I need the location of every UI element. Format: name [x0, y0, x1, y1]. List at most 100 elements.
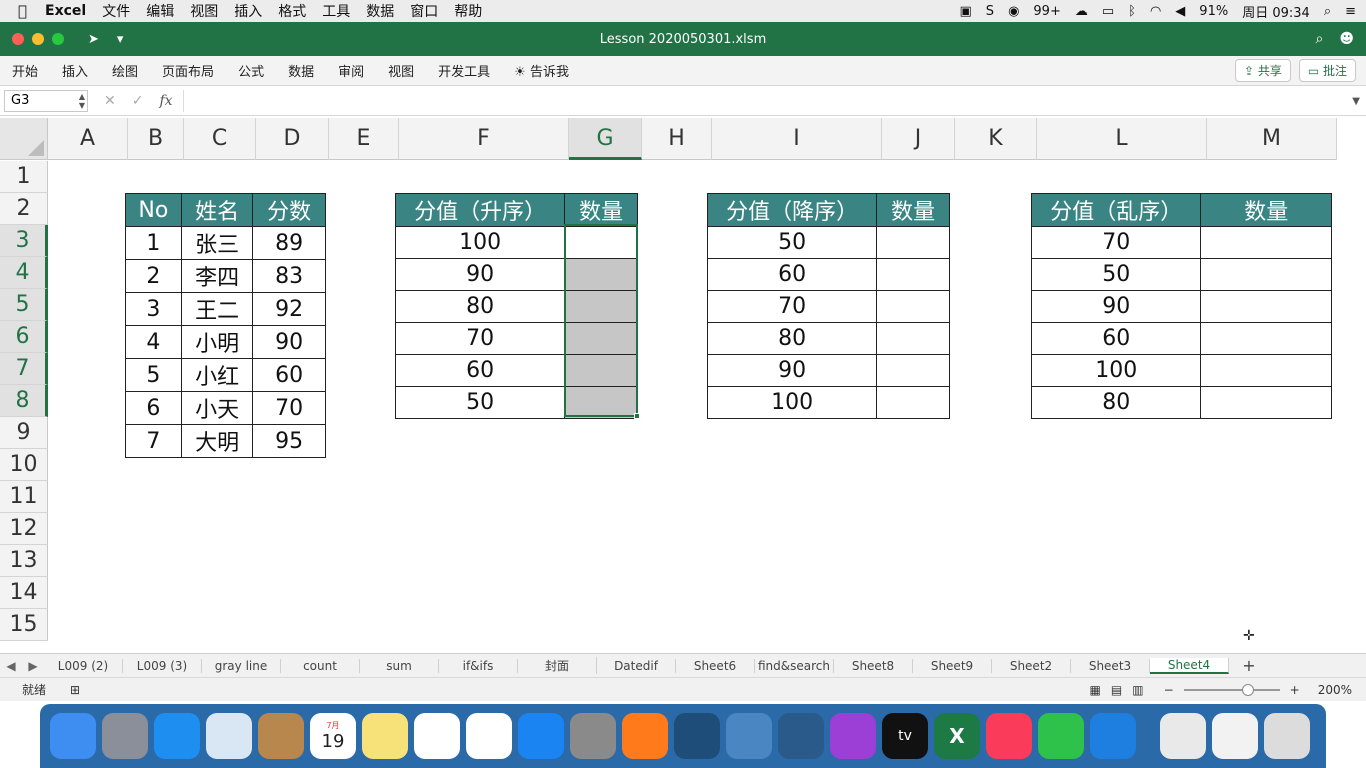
row-header-4[interactable]: 4: [0, 257, 48, 289]
wechat-status-icon[interactable]: ◉: [1008, 4, 1019, 19]
value-cell[interactable]: 100: [706, 386, 878, 419]
itunes-icon[interactable]: [986, 713, 1032, 759]
menu-window[interactable]: 窗口: [402, 1, 446, 21]
count-cell[interactable]: [1200, 226, 1332, 259]
cancel-icon[interactable]: ✕: [104, 93, 116, 109]
row-header-1[interactable]: 1: [0, 161, 48, 193]
count-cell[interactable]: [1200, 322, 1332, 355]
column-header-c[interactable]: C: [184, 118, 256, 160]
column-header-i[interactable]: I: [712, 118, 882, 160]
sheet-tab[interactable]: find&search: [755, 658, 834, 673]
tab-page-layout[interactable]: 页面布局: [150, 61, 226, 80]
row-header-3[interactable]: 3: [0, 225, 48, 257]
expand-formula-bar-icon[interactable]: ▼: [1352, 96, 1360, 107]
zoom-level[interactable]: 200%: [1318, 683, 1352, 697]
table-cell[interactable]: 小红: [180, 358, 254, 392]
normal-view-icon[interactable]: ▦: [1090, 683, 1101, 697]
tab-review[interactable]: 审阅: [326, 61, 376, 80]
column-header-j[interactable]: J: [882, 118, 955, 160]
apple-tv-icon[interactable]: tv: [882, 713, 928, 759]
sheet-tab[interactable]: if&ifs: [439, 658, 518, 673]
tab-home[interactable]: 开始: [0, 61, 50, 80]
sheet-tab[interactable]: count: [281, 658, 360, 673]
table-cell[interactable]: 95: [252, 424, 326, 458]
wechat-icon[interactable]: [1038, 713, 1084, 759]
app-store-icon[interactable]: [518, 713, 564, 759]
table-cell[interactable]: 60: [252, 358, 326, 392]
name-box[interactable]: G3 ▲ ▼: [4, 90, 88, 112]
insert-function-icon[interactable]: fx: [159, 93, 172, 109]
header-no[interactable]: No: [125, 193, 182, 227]
value-cell[interactable]: 60: [394, 354, 566, 387]
zoom-slider[interactable]: [1183, 683, 1280, 696]
row-header-10[interactable]: 10: [0, 449, 48, 481]
select-all-button[interactable]: [0, 118, 48, 160]
launchpad-icon[interactable]: [102, 713, 148, 759]
row-header-15[interactable]: 15: [0, 609, 48, 641]
sheet-tab[interactable]: 封面: [518, 657, 597, 674]
formula-input[interactable]: [182, 90, 1353, 112]
count-cell[interactable]: [564, 258, 638, 291]
column-header-m[interactable]: M: [1207, 118, 1337, 160]
mail-icon[interactable]: [206, 713, 252, 759]
count-cell[interactable]: [1200, 290, 1332, 323]
battery-status[interactable]: 91%: [1199, 4, 1228, 19]
table-cell[interactable]: 小天: [180, 391, 254, 425]
podcasts-icon[interactable]: [830, 713, 876, 759]
page-break-view-icon[interactable]: ▥: [1132, 683, 1143, 697]
count-cell[interactable]: [876, 258, 950, 291]
sogou-icon[interactable]: [1090, 713, 1136, 759]
sheet-tab[interactable]: gray line: [202, 658, 281, 673]
sheet-tab[interactable]: Sheet3: [1071, 658, 1150, 673]
table-cell[interactable]: 5: [125, 358, 182, 392]
table-cell[interactable]: 2: [125, 259, 182, 293]
row-header-6[interactable]: 6: [0, 321, 48, 353]
airplay-icon[interactable]: ▭: [1102, 4, 1114, 19]
page-layout-view-icon[interactable]: ▤: [1111, 683, 1122, 697]
menu-tools[interactable]: 工具: [314, 1, 358, 21]
header-random-value[interactable]: 分值（乱序）: [1030, 193, 1202, 227]
count-cell[interactable]: [564, 386, 638, 419]
zoom-out-icon[interactable]: −: [1164, 683, 1174, 697]
comments-button[interactable]: ▭ 批注: [1298, 59, 1356, 82]
table-cell[interactable]: 王二: [180, 292, 254, 326]
help-icon[interactable]: [726, 713, 772, 759]
header-score[interactable]: 分数: [252, 193, 326, 227]
menu-data[interactable]: 数据: [358, 1, 402, 21]
prev-sheet-icon[interactable]: ◀: [0, 659, 22, 673]
app-menu[interactable]: Excel: [37, 3, 94, 19]
apple-menu-icon[interactable]: : [0, 2, 37, 20]
row-header-7[interactable]: 7: [0, 353, 48, 385]
header-asc-count[interactable]: 数量: [564, 193, 638, 227]
menu-format[interactable]: 格式: [270, 1, 314, 21]
menu-insert[interactable]: 插入: [226, 1, 270, 21]
value-cell[interactable]: 80: [706, 322, 878, 355]
count-cell[interactable]: [564, 322, 638, 355]
table-cell[interactable]: 83: [252, 259, 326, 293]
tab-view[interactable]: 视图: [376, 61, 426, 80]
table-cell[interactable]: 大明: [180, 424, 254, 458]
value-cell[interactable]: 70: [394, 322, 566, 355]
value-cell[interactable]: 90: [394, 258, 566, 291]
zoom-in-icon[interactable]: +: [1290, 683, 1300, 697]
count-cell[interactable]: [876, 322, 950, 355]
enter-icon[interactable]: ✓: [132, 93, 144, 109]
menu-file[interactable]: 文件: [94, 1, 138, 21]
row-header-2[interactable]: 2: [0, 193, 48, 225]
bluetooth-icon[interactable]: ᛒ: [1128, 4, 1136, 19]
sogou-status-icon[interactable]: S: [986, 4, 994, 19]
wifi-icon[interactable]: ◠: [1150, 4, 1161, 19]
cloud-icon[interactable]: ☁: [1075, 4, 1088, 19]
menu-help[interactable]: 帮助: [446, 1, 490, 21]
column-header-e[interactable]: E: [329, 118, 399, 160]
sheet-tab[interactable]: Sheet2: [992, 658, 1071, 673]
header-desc-count[interactable]: 数量: [876, 193, 950, 227]
count-cell[interactable]: [564, 290, 638, 323]
table-cell[interactable]: 李四: [180, 259, 254, 293]
value-cell[interactable]: 50: [1030, 258, 1202, 291]
count-cell[interactable]: [876, 226, 950, 259]
clock[interactable]: 周日 09:34: [1242, 2, 1310, 21]
row-header-14[interactable]: 14: [0, 577, 48, 609]
table-cell[interactable]: 1: [125, 226, 182, 260]
sheet-tab[interactable]: Datedif: [597, 658, 676, 673]
